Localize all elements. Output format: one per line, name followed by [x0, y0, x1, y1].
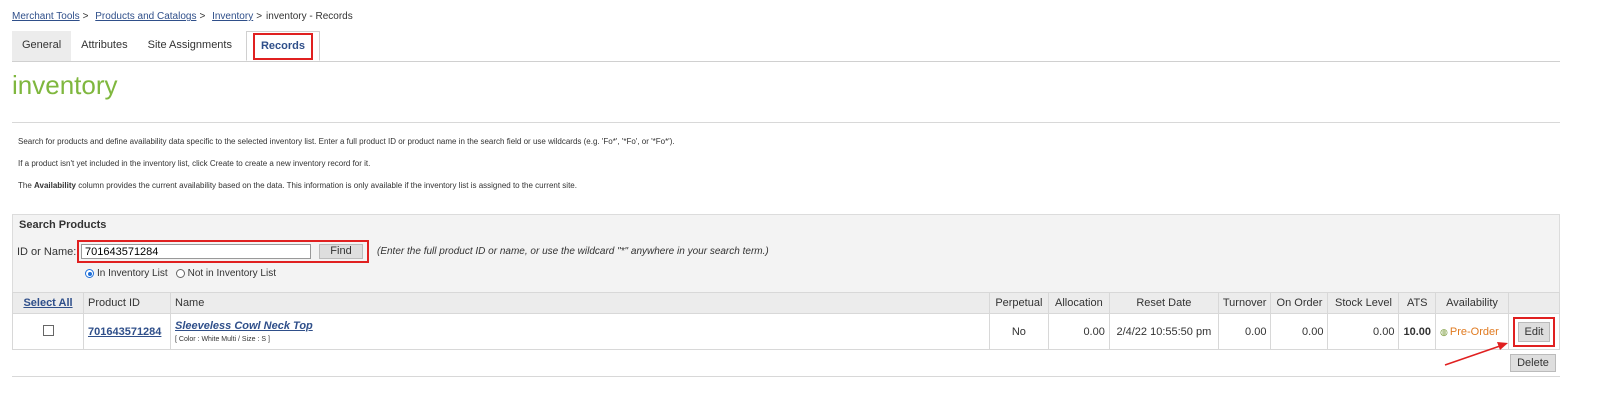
annotation-arrow-icon [1444, 342, 1508, 366]
